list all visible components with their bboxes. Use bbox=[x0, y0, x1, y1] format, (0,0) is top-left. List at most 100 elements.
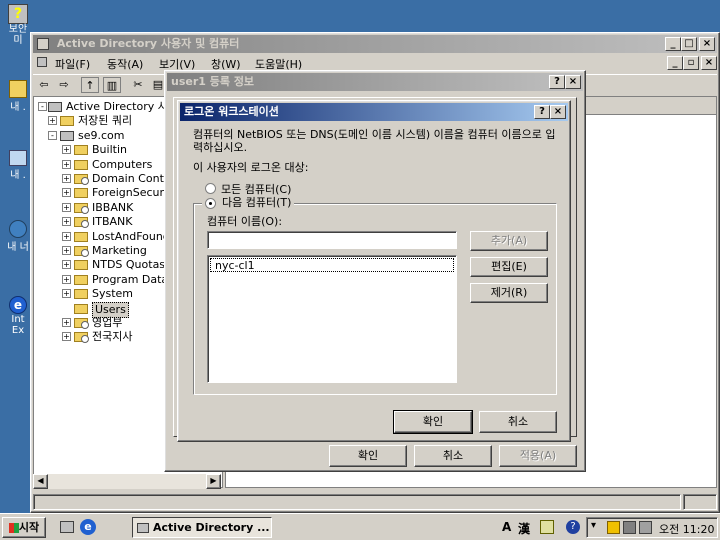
collapse-icon[interactable]: - bbox=[38, 102, 47, 111]
expand-icon[interactable]: + bbox=[62, 332, 71, 342]
up-folder-icon[interactable]: ↑ bbox=[81, 77, 99, 93]
expand-icon[interactable]: + bbox=[48, 116, 57, 126]
computer-name-input[interactable] bbox=[207, 231, 457, 249]
menu-action[interactable]: 동작(A) bbox=[107, 56, 143, 72]
tree-item-label: ForeignSecurit bbox=[92, 186, 172, 200]
ou-folder-icon bbox=[74, 202, 89, 214]
main-window-title: Active Directory 사용자 및 컴퓨터 bbox=[56, 37, 240, 50]
child-close-button[interactable]: × bbox=[701, 56, 717, 70]
tree-item-label: IBBANK bbox=[92, 200, 134, 214]
properties-apply-button[interactable]: 적용(A) bbox=[499, 445, 577, 467]
child-restore-button[interactable]: ▫ bbox=[683, 56, 699, 70]
desktop-icon-label: 내 . bbox=[10, 102, 26, 113]
ime-hanja-indicator[interactable]: 漢 bbox=[518, 520, 530, 537]
windows-logo-icon bbox=[8, 523, 19, 533]
expand-icon[interactable]: + bbox=[62, 159, 71, 169]
properties-ok-button[interactable]: 확인 bbox=[329, 445, 407, 467]
tree-item-label: ITBANK bbox=[92, 215, 133, 229]
logon-ok-button[interactable]: 확인 bbox=[393, 410, 473, 434]
logon-cancel-button[interactable]: 취소 bbox=[479, 411, 557, 433]
scroll-left-button[interactable]: ◀ bbox=[33, 474, 48, 489]
remove-button[interactable]: 제거(R) bbox=[470, 283, 548, 303]
scroll-right-button[interactable]: ▶ bbox=[206, 474, 221, 489]
radio-following-computers[interactable] bbox=[205, 198, 216, 209]
tree-item-label: 저장된 쿼리 bbox=[78, 114, 133, 128]
expand-icon[interactable]: + bbox=[62, 217, 71, 227]
show-desktop-icon[interactable] bbox=[60, 521, 74, 533]
computer-list[interactable]: nyc-cl1 bbox=[207, 255, 457, 383]
start-button[interactable]: 시작 bbox=[2, 517, 46, 538]
mmc-app-icon bbox=[137, 523, 149, 533]
show-tree-icon[interactable]: ▥ bbox=[103, 77, 121, 93]
expand-icon[interactable]: + bbox=[62, 274, 71, 284]
tray-chevron-icon[interactable]: ▾ bbox=[591, 520, 596, 531]
logon-titlebar[interactable]: 로그온 워크스테이션 ? × bbox=[180, 103, 568, 121]
my-documents-desktop-icon[interactable]: 내 . bbox=[4, 80, 32, 113]
radio-all-computers[interactable] bbox=[205, 183, 216, 194]
minimize-button[interactable]: _ bbox=[665, 37, 681, 51]
clock[interactable]: 오전 11:20 bbox=[659, 521, 714, 537]
help-icon[interactable]: ? bbox=[566, 520, 580, 534]
folder-icon bbox=[74, 159, 88, 170]
ou-folder-icon bbox=[74, 174, 89, 185]
tree-item-label: LostAndFound bbox=[92, 229, 170, 243]
ie-icon: e bbox=[9, 296, 27, 314]
display-icon[interactable] bbox=[639, 521, 652, 534]
taskbar-task-button[interactable]: Active Directory ... bbox=[132, 517, 272, 538]
cut-icon[interactable]: ✂ bbox=[129, 77, 147, 93]
tree-horizontal-scrollbar[interactable]: ◀ ▶ bbox=[33, 474, 221, 489]
list-item[interactable]: nyc-cl1 bbox=[210, 258, 454, 272]
child-minimize-button[interactable]: _ bbox=[667, 56, 683, 70]
computer-icon bbox=[9, 150, 27, 166]
edit-button[interactable]: 편집(E) bbox=[470, 257, 548, 277]
radio-following-computers-label[interactable]: 다음 컴퓨터(T) bbox=[222, 196, 291, 209]
close-button[interactable]: × bbox=[699, 37, 715, 51]
desktop-icon-label: 내 . bbox=[10, 170, 26, 181]
ime-pad-icon[interactable] bbox=[540, 520, 554, 534]
my-computer-desktop-icon[interactable]: 내 . bbox=[4, 150, 32, 181]
expand-icon[interactable]: + bbox=[62, 318, 71, 327]
ad-root-icon bbox=[48, 102, 62, 112]
properties-cancel-button[interactable]: 취소 bbox=[414, 445, 492, 467]
ou-folder-icon bbox=[74, 246, 89, 257]
forward-arrow-icon[interactable]: ⇨ bbox=[55, 77, 73, 93]
tree-item-label: Builtin bbox=[92, 143, 127, 157]
status-bar bbox=[33, 494, 681, 510]
expand-icon[interactable]: + bbox=[62, 174, 71, 183]
network-icon[interactable] bbox=[623, 521, 636, 534]
ime-alpha-indicator[interactable]: A bbox=[502, 520, 511, 534]
network-desktop-icon[interactable]: 내 너 bbox=[4, 220, 32, 253]
expand-icon[interactable]: + bbox=[62, 289, 71, 299]
properties-titlebar[interactable]: user1 등록 정보 ? × bbox=[167, 73, 583, 91]
add-button[interactable]: 추가(A) bbox=[470, 231, 548, 251]
desktop-icon-label: 보안 미 bbox=[8, 24, 28, 46]
tree-item-label: Computers bbox=[92, 157, 153, 171]
folder-icon bbox=[60, 116, 74, 127]
expand-icon[interactable]: + bbox=[62, 246, 71, 255]
security-desktop-icon[interactable]: ? 보안 미 bbox=[4, 4, 32, 46]
menu-file[interactable]: 파일(F) bbox=[55, 56, 90, 72]
desktop-icon-label: Int Ex bbox=[11, 314, 25, 336]
ie-quicklaunch-icon[interactable]: e bbox=[80, 519, 96, 535]
maximize-button[interactable]: □ bbox=[681, 37, 697, 51]
properties-help-button[interactable]: ? bbox=[549, 75, 565, 89]
collapse-icon[interactable]: - bbox=[48, 130, 57, 140]
expand-icon[interactable]: + bbox=[62, 202, 71, 212]
expand-icon[interactable]: + bbox=[62, 145, 71, 155]
folder-icon bbox=[74, 274, 88, 285]
desktop-icon-label: 내 너 bbox=[7, 242, 29, 253]
radio-following-container: 다음 컴퓨터(T) bbox=[202, 195, 295, 211]
expand-icon[interactable]: + bbox=[62, 188, 71, 198]
start-label: 시작 bbox=[18, 521, 40, 534]
logon-help-button[interactable]: ? bbox=[534, 105, 550, 119]
expand-icon[interactable]: + bbox=[62, 260, 71, 270]
internet-explorer-desktop-icon[interactable]: e Int Ex bbox=[4, 296, 32, 336]
back-arrow-icon[interactable]: ⇦ bbox=[35, 77, 53, 93]
expand-icon[interactable]: + bbox=[62, 231, 71, 241]
properties-close-button[interactable]: × bbox=[565, 75, 581, 89]
logon-close-button[interactable]: × bbox=[550, 105, 566, 119]
shield-icon[interactable] bbox=[607, 521, 620, 534]
tree-item-label: Program Data bbox=[92, 272, 169, 286]
main-window-titlebar[interactable]: Active Directory 사용자 및 컴퓨터 _ □ × bbox=[33, 35, 717, 53]
status-bar-pane bbox=[683, 494, 717, 510]
